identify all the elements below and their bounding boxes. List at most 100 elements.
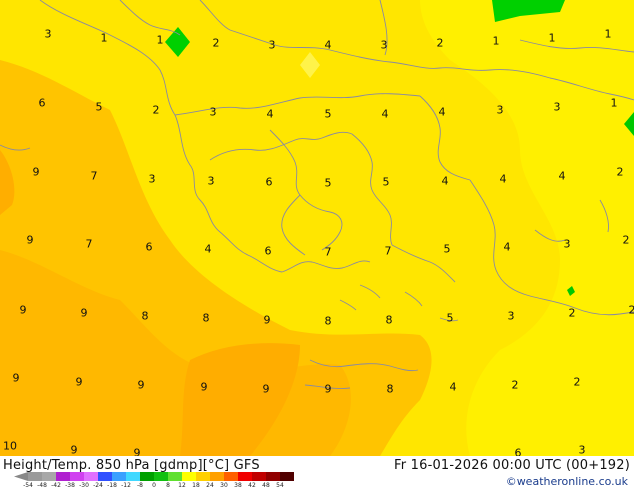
temp-value: 9	[200, 380, 208, 394]
temp-value: 10	[3, 439, 17, 453]
temp-value: 9	[80, 306, 88, 320]
temp-value: 3	[268, 38, 276, 52]
temp-value: 1	[100, 31, 108, 45]
temp-value: 2	[152, 103, 160, 117]
temp-value: 1	[604, 27, 612, 41]
temp-value: 9	[26, 233, 34, 247]
temp-value: 9	[70, 443, 78, 457]
scale-swatch	[210, 472, 224, 481]
scale-swatch	[196, 472, 210, 481]
temp-value: 4	[499, 172, 507, 186]
scale-tick-label: 12	[178, 482, 186, 489]
scale-tick-label: 38	[234, 482, 242, 489]
temp-value: 3	[207, 174, 215, 188]
scale-tick-label: 42	[248, 482, 256, 489]
scale-tick-label: 18	[192, 482, 200, 489]
scale-swatch	[42, 472, 56, 481]
scale-arrow-left	[14, 472, 28, 481]
color-scale-ticks: -54 -48 -42 -38 -30 -24 -18 -12 -8 0 8 12 18 24 30 38 42…	[23, 482, 298, 490]
temp-value: 6	[265, 175, 273, 189]
temp-value: 8	[385, 313, 393, 327]
weather-map: 3112343211165234544331973365544429764677…	[0, 0, 634, 490]
temp-value: 6	[264, 244, 272, 258]
temp-value: 9	[12, 371, 20, 385]
scale-swatch	[98, 472, 112, 481]
scale-swatch	[84, 472, 98, 481]
color-scale-bar	[14, 472, 294, 481]
scale-tick-label: -8	[137, 482, 143, 489]
scale-swatch	[154, 472, 168, 481]
scale-tick-label: -12	[121, 482, 131, 489]
temp-value: 8	[324, 314, 332, 328]
temp-value: 9	[324, 382, 332, 396]
temp-value: 7	[384, 244, 392, 258]
scale-tick-label: 24	[206, 482, 214, 489]
scale-tick-label: -42	[51, 482, 61, 489]
temp-value: 8	[141, 309, 149, 323]
scale-tick-label: -54	[23, 482, 33, 489]
temp-value: 9	[19, 303, 27, 317]
temp-value: 2	[511, 378, 519, 392]
scale-swatch	[112, 472, 126, 481]
scale-swatch	[28, 472, 42, 481]
scale-tick-label: -24	[93, 482, 103, 489]
temp-value: 1	[610, 96, 618, 110]
temp-value: 5	[324, 107, 332, 121]
temp-value: 8	[386, 382, 394, 396]
temp-value: 8	[202, 311, 210, 325]
temp-value: 9	[262, 382, 270, 396]
temp-value: 1	[492, 34, 500, 48]
temp-value: 2	[568, 306, 576, 320]
temp-value: 2	[573, 375, 581, 389]
temp-value: 2	[436, 36, 444, 50]
scale-tick-label: -48	[37, 482, 47, 489]
scale-swatch	[126, 472, 140, 481]
temp-value: 4	[558, 169, 566, 183]
scale-tick-label: 48	[262, 482, 270, 489]
temp-value: 9	[32, 165, 40, 179]
scale-swatch	[238, 472, 252, 481]
temp-value: 4	[441, 174, 449, 188]
temp-value: 5	[446, 311, 454, 325]
scale-swatch	[56, 472, 70, 481]
temp-value: 5	[382, 175, 390, 189]
temp-value: 4	[204, 242, 212, 256]
temp-value: 4	[324, 38, 332, 52]
scale-swatch	[182, 472, 196, 481]
scale-swatch	[280, 472, 294, 481]
scale-tick-label: 0	[152, 482, 156, 489]
temp-value: 5	[443, 242, 451, 256]
temp-value: 3	[563, 237, 571, 251]
scale-tick-label: -18	[107, 482, 117, 489]
temp-value: 3	[578, 443, 586, 457]
scale-swatch	[266, 472, 280, 481]
temp-value: 9	[75, 375, 83, 389]
temp-value: 4	[503, 240, 511, 254]
temp-value: 6	[145, 240, 153, 254]
temp-value: 2	[616, 165, 624, 179]
scale-swatch	[140, 472, 154, 481]
temp-value: 4	[381, 107, 389, 121]
temp-value: 4	[438, 105, 446, 119]
scale-swatch	[224, 472, 238, 481]
scale-tick-label: -38	[65, 482, 75, 489]
temp-value: 4	[266, 107, 274, 121]
scale-tick-label: 30	[220, 482, 228, 489]
site-credit[interactable]: ©weatheronline.co.uk	[506, 475, 628, 488]
scale-swatch	[70, 472, 84, 481]
temp-value: 1	[156, 33, 164, 47]
temp-value: 9	[263, 313, 271, 327]
temp-value: 2	[212, 36, 220, 50]
scale-tick-label: -30	[79, 482, 89, 489]
temp-value: 3	[209, 105, 217, 119]
map-canvas	[0, 0, 634, 456]
temp-value: 3	[148, 172, 156, 186]
temp-value: 9	[137, 378, 145, 392]
temp-value: 1	[548, 31, 556, 45]
temp-value: 5	[95, 100, 103, 114]
scale-swatch	[252, 472, 266, 481]
temp-value: 7	[324, 245, 332, 259]
valid-time: Fr 16-01-2026 00:00 UTC (00+192)	[394, 458, 630, 473]
temp-value: 3	[44, 27, 52, 41]
temp-value: 3	[380, 38, 388, 52]
